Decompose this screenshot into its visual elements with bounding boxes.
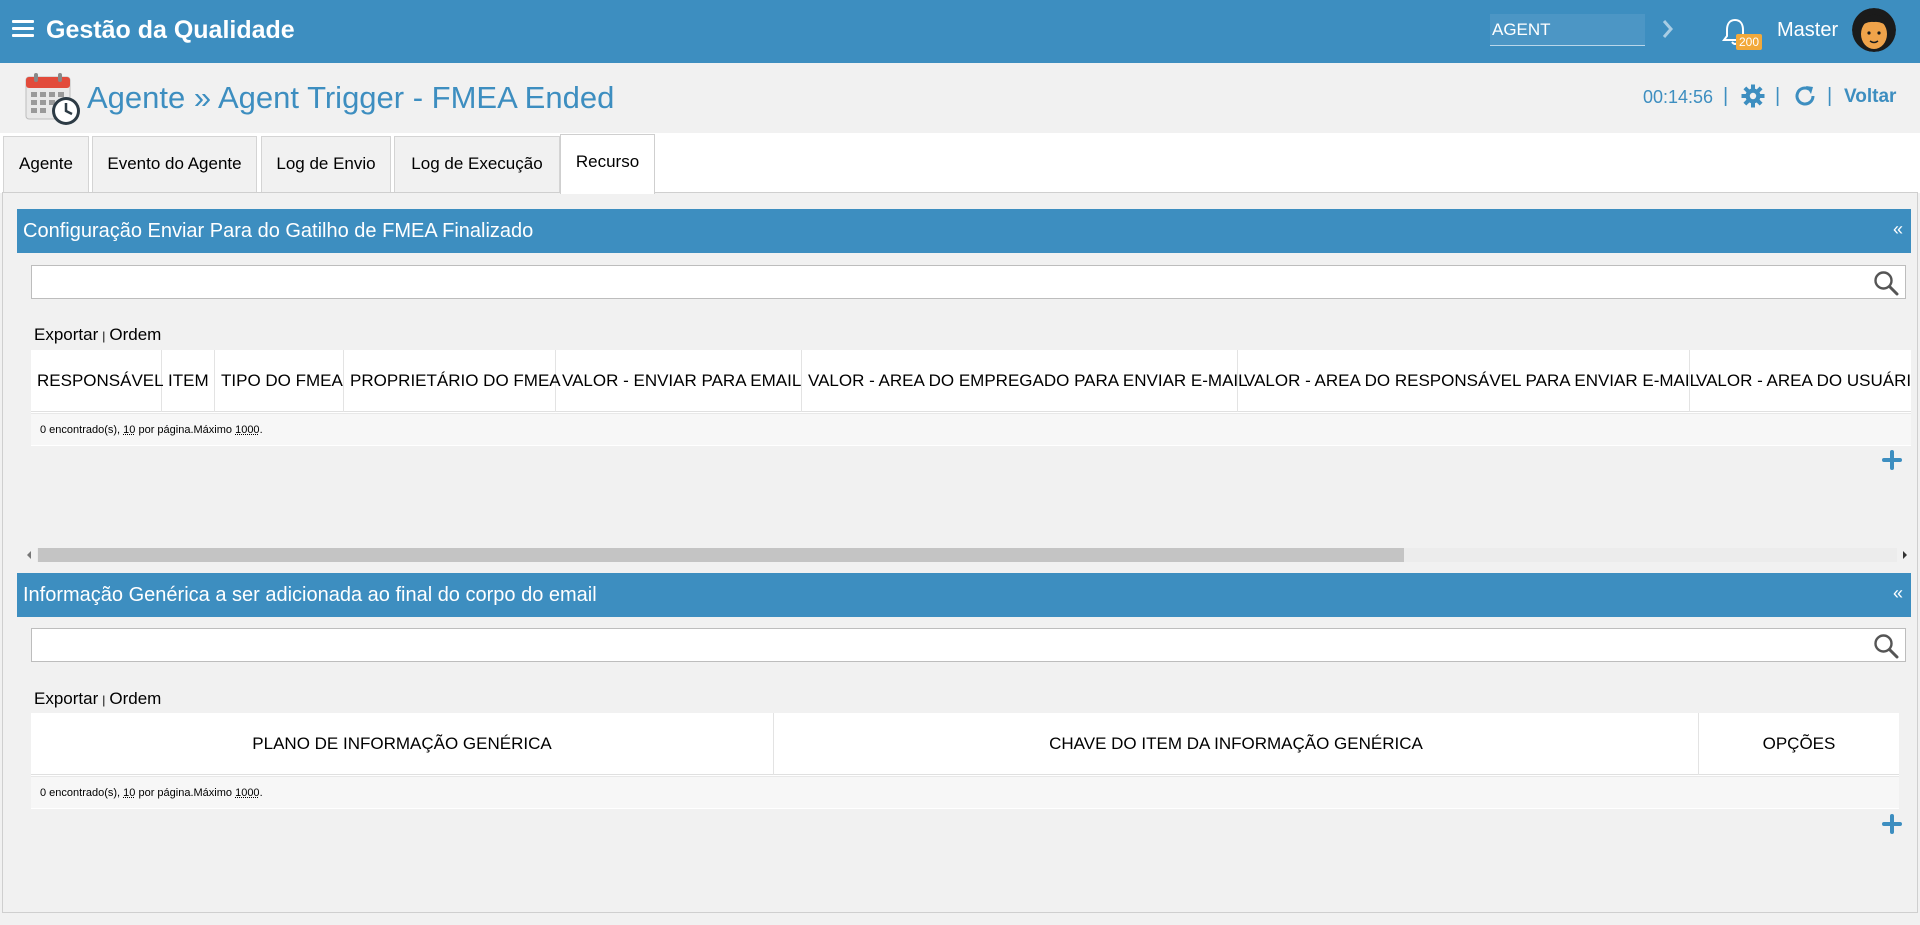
- search-input[interactable]: [32, 266, 1862, 298]
- search-icon[interactable]: [1873, 633, 1899, 659]
- add-icon[interactable]: [1881, 813, 1903, 835]
- calendar-clock-icon: [25, 73, 80, 125]
- grid-header: PLANO DE INFORMAÇÃO GENÉRICA CHAVE DO IT…: [31, 713, 1899, 775]
- scroll-right-icon[interactable]: [1900, 549, 1910, 561]
- tab-recurso[interactable]: Recurso: [560, 134, 655, 194]
- back-button[interactable]: Voltar: [1844, 86, 1896, 108]
- notification-badge: 200: [1736, 34, 1763, 50]
- column-header[interactable]: PLANO DE INFORMAÇÃO GENÉRICA: [31, 713, 774, 775]
- per-page-link[interactable]: 10: [123, 424, 135, 436]
- session-timer: 00:14:56: [1643, 87, 1714, 107]
- grid-toolbar: Exportar | Ordem: [34, 325, 161, 345]
- app-title: Gestão da Qualidade: [46, 16, 295, 44]
- agent-selector[interactable]: AGENT: [1490, 14, 1645, 46]
- collapse-icon[interactable]: «: [1893, 583, 1903, 604]
- horizontal-scrollbar[interactable]: [23, 546, 1911, 563]
- search-box: [31, 265, 1906, 299]
- max-link[interactable]: 1000: [235, 787, 259, 799]
- order-link[interactable]: Ordem: [109, 689, 161, 708]
- refresh-icon[interactable]: [1793, 84, 1817, 108]
- export-link[interactable]: Exportar: [34, 325, 98, 344]
- grid-informacao-generica: PLANO DE INFORMAÇÃO GENÉRICA CHAVE DO IT…: [31, 713, 1899, 809]
- order-link[interactable]: Ordem: [109, 325, 161, 344]
- max-link[interactable]: 1000: [235, 424, 259, 436]
- header-separator: |: [1723, 85, 1729, 107]
- toolbar-separator: |: [102, 329, 106, 343]
- gear-icon[interactable]: [1741, 84, 1765, 108]
- tab-log-de-envio[interactable]: Log de Envio: [261, 136, 391, 193]
- panel-header-informacao-generica[interactable]: Informação Genérica a ser adicionada ao …: [17, 573, 1911, 617]
- panel-header-enviar-para[interactable]: Configuração Enviar Para do Gatilho de F…: [17, 209, 1911, 253]
- search-box: [31, 628, 1906, 662]
- search-input[interactable]: [32, 629, 1862, 661]
- column-header: OPÇÕES: [1762, 734, 1836, 753]
- column-header[interactable]: CHAVE DO ITEM DA INFORMAÇÃO GENÉRICA: [774, 713, 1699, 775]
- grid-enviar-para: RESPONSÁVEL ITEM TIPO DO FMEA PROPRIETÁR…: [31, 350, 1911, 446]
- grid-header: RESPONSÁVEL ITEM TIPO DO FMEA PROPRIETÁR…: [31, 350, 1911, 412]
- tab-log-de-execucao[interactable]: Log de Execução: [394, 136, 560, 193]
- user-name[interactable]: Master: [1777, 19, 1838, 42]
- per-page-link[interactable]: 10: [123, 787, 135, 799]
- column-header[interactable]: RESPONSÁVEL: [31, 350, 164, 412]
- scroll-left-icon[interactable]: [24, 549, 34, 561]
- header-separator: |: [1827, 85, 1833, 107]
- export-link[interactable]: Exportar: [34, 689, 98, 708]
- top-bar: Gestão da Qualidade AGENT 200 Master: [0, 0, 1920, 63]
- grid-pagination-info: 0 encontrado(s), 10 por página.Máximo 10…: [31, 413, 1911, 445]
- add-icon[interactable]: [1881, 449, 1903, 471]
- column-header[interactable]: VALOR - AREA DO RESPONSÁVEL PARA ENVIAR …: [1238, 350, 1699, 412]
- column-header[interactable]: VALOR - ENVIAR PARA EMAIL: [556, 350, 802, 412]
- grid-toolbar: Exportar | Ordem: [34, 689, 161, 709]
- column-header[interactable]: ITEM: [162, 350, 215, 412]
- panel-title: Informação Genérica a ser adicionada ao …: [23, 584, 597, 606]
- chevron-right-icon[interactable]: [1658, 14, 1678, 44]
- page-header: Agente » Agent Trigger - FMEA Ended 00:1…: [0, 63, 1920, 133]
- column-header[interactable]: PROPRIETÁRIO DO FMEA: [344, 350, 561, 412]
- collapse-icon[interactable]: «: [1893, 219, 1903, 240]
- tab-content: Configuração Enviar Para do Gatilho de F…: [2, 192, 1918, 913]
- column-header[interactable]: VALOR - AREA DO USUÁRIO: [1690, 350, 1911, 412]
- menu-icon[interactable]: [12, 20, 34, 38]
- tab-evento-do-agente[interactable]: Evento do Agente: [92, 136, 257, 193]
- search-icon[interactable]: [1873, 270, 1899, 296]
- page-title: Agente » Agent Trigger - FMEA Ended: [87, 80, 615, 115]
- column-header[interactable]: VALOR - AREA DO EMPREGADO PARA ENVIAR E-…: [802, 350, 1248, 412]
- avatar[interactable]: [1852, 8, 1896, 52]
- column-header[interactable]: TIPO DO FMEA: [215, 350, 344, 412]
- tab-agente[interactable]: Agente: [3, 136, 89, 193]
- panel-title: Configuração Enviar Para do Gatilho de F…: [23, 220, 534, 242]
- header-separator: |: [1775, 85, 1781, 107]
- toolbar-separator: |: [102, 693, 106, 707]
- scroll-thumb[interactable]: [38, 548, 1404, 562]
- grid-pagination-info: 0 encontrado(s), 10 por página.Máximo 10…: [31, 776, 1899, 808]
- tab-bar: Agente Evento do Agente Log de Envio Log…: [0, 133, 1920, 194]
